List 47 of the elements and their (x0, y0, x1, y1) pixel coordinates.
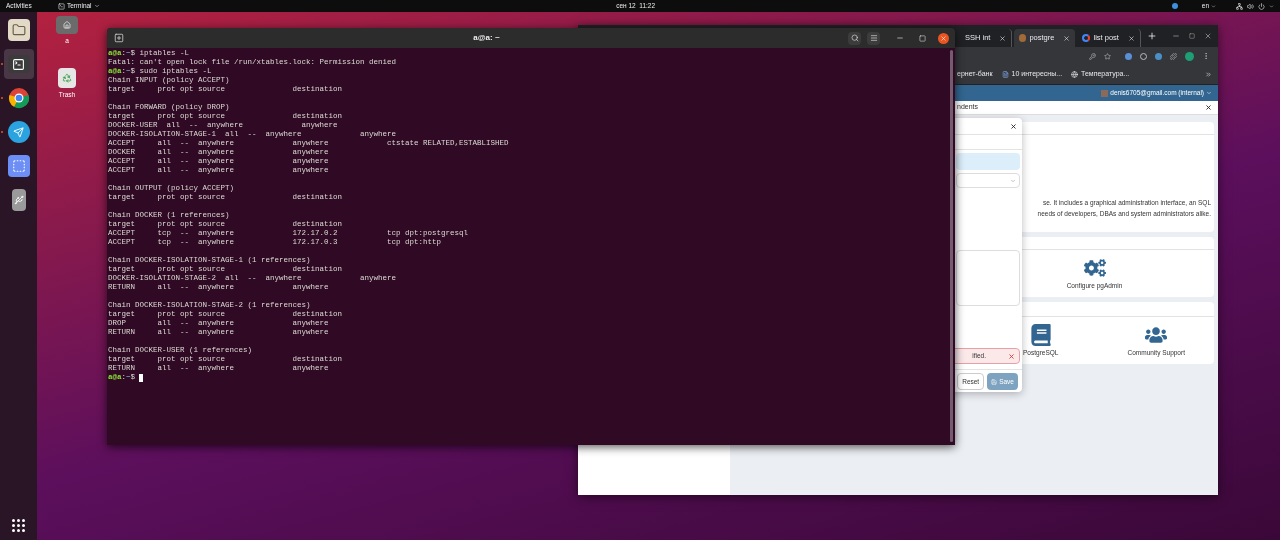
power-icon (1258, 2, 1265, 10)
gears-icon[interactable] (1083, 256, 1106, 279)
close-tab-icon[interactable] (1063, 34, 1071, 42)
close-alert-icon[interactable] (1008, 352, 1015, 360)
terminal-icon[interactable] (7, 55, 30, 73)
select-field[interactable] (956, 173, 1020, 188)
close-icon[interactable] (1010, 122, 1017, 130)
usb-drive-icon[interactable] (11, 189, 26, 211)
system-menu[interactable] (1236, 2, 1274, 10)
close-icon[interactable] (938, 32, 949, 44)
scrollbar[interactable] (950, 50, 953, 442)
trash-icon[interactable] (58, 68, 76, 88)
globe-icon (1071, 71, 1079, 78)
close-tab-icon[interactable] (999, 34, 1007, 42)
home-folder-icon[interactable] (56, 16, 78, 34)
more-bookmarks-icon[interactable] (1205, 71, 1212, 78)
save-icon (991, 378, 998, 385)
puzzle-icon[interactable] (1170, 52, 1177, 60)
caret-icon (1010, 177, 1016, 184)
new-tab-icon[interactable] (1146, 31, 1157, 41)
network-icon (1236, 2, 1243, 10)
close-icon[interactable] (1205, 104, 1212, 111)
new-tab-icon[interactable] (113, 32, 125, 44)
page-icon (1001, 71, 1009, 78)
speaker-icon (1247, 2, 1254, 10)
status-icon[interactable] (1171, 3, 1178, 9)
app-grid-icon[interactable] (12, 519, 25, 532)
caret-icon (1269, 3, 1274, 9)
caret-icon (93, 3, 100, 9)
caret-icon (1211, 3, 1216, 9)
window-title: a@a: ~ (473, 32, 500, 44)
avatar (1101, 89, 1109, 97)
input-field[interactable] (956, 153, 1020, 170)
maximize-icon[interactable] (1189, 33, 1195, 39)
book-icon[interactable] (1029, 323, 1052, 346)
g-logo-icon (1082, 34, 1091, 42)
star-icon[interactable] (1104, 52, 1111, 60)
key-icon[interactable] (1089, 52, 1096, 60)
maximize-icon[interactable] (916, 32, 928, 44)
menu-icon[interactable] (867, 31, 880, 45)
profile-avatar[interactable] (1185, 51, 1194, 61)
tab-favicon-icon (1019, 34, 1027, 42)
search-icon[interactable] (848, 31, 861, 45)
close-tab-icon[interactable] (1127, 34, 1135, 42)
dock-item[interactable] (3, 49, 34, 79)
terminal-icon (58, 2, 65, 10)
menu-icon[interactable] (1202, 52, 1210, 60)
